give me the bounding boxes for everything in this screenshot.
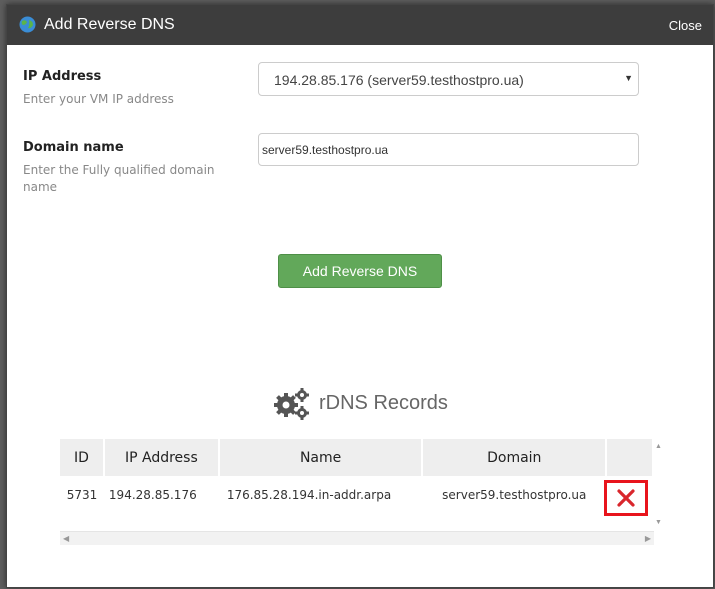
gears-icon (274, 388, 309, 420)
table-row: 5731 194.28.85.176 176.85.28.194.in-addr… (60, 476, 653, 514)
close-x-icon (617, 489, 635, 507)
domain-name-label: Domain name (23, 140, 124, 155)
column-header-actions (606, 439, 654, 476)
column-header-name[interactable]: Name (218, 439, 424, 476)
dialog-title: Add Reverse DNS (44, 16, 175, 33)
add-reverse-dns-dialog: Add Reverse DNS Close IP Address Enter y… (6, 4, 714, 588)
add-reverse-dns-button[interactable]: Add Reverse DNS (278, 254, 442, 288)
column-header-id[interactable]: ID (60, 439, 105, 476)
ip-address-hint: Enter your VM IP address (23, 92, 174, 106)
rdns-records-table-container: ID IP Address Name Domain 5731 194.28.85… (60, 439, 664, 531)
scroll-left-icon[interactable]: ◀ (63, 534, 69, 543)
ip-address-selected-value: 194.28.85.176 (server59.testhostpro.ua) (274, 72, 524, 88)
cell-ip-address: 194.28.85.176 (108, 488, 197, 502)
close-button[interactable]: Close (669, 18, 702, 33)
scroll-right-icon[interactable]: ▶ (645, 534, 651, 543)
ip-address-select[interactable]: 194.28.85.176 (server59.testhostpro.ua) … (258, 62, 639, 96)
globe-icon (19, 16, 36, 33)
table-vertical-scrollbar[interactable]: ▲ ▼ (654, 439, 664, 531)
cell-name: 176.85.28.194.in-addr.arpa (226, 488, 392, 502)
table-header-row: ID IP Address Name Domain (60, 439, 654, 476)
dialog-header: Add Reverse DNS Close (7, 5, 713, 45)
chevron-down-icon: ▼ (624, 73, 633, 83)
cell-id: 5731 (66, 488, 98, 502)
domain-name-input[interactable] (258, 133, 639, 166)
ip-address-label: IP Address (23, 69, 102, 84)
rdns-records-title: rDNS Records (319, 392, 448, 414)
table-horizontal-scrollbar[interactable]: ◀ ▶ (60, 531, 654, 545)
rdns-records-table: ID IP Address Name Domain 5731 194.28.85… (60, 439, 654, 514)
cell-domain: server59.testhostpro.ua (442, 488, 587, 502)
column-header-domain[interactable]: Domain (422, 439, 608, 476)
domain-name-hint: Enter the Fully qualified domain name (23, 163, 215, 194)
delete-record-button[interactable] (604, 480, 648, 516)
scroll-down-icon[interactable]: ▼ (655, 519, 662, 526)
scroll-up-icon[interactable]: ▲ (655, 443, 662, 450)
column-header-ip-address[interactable]: IP Address (103, 439, 220, 476)
